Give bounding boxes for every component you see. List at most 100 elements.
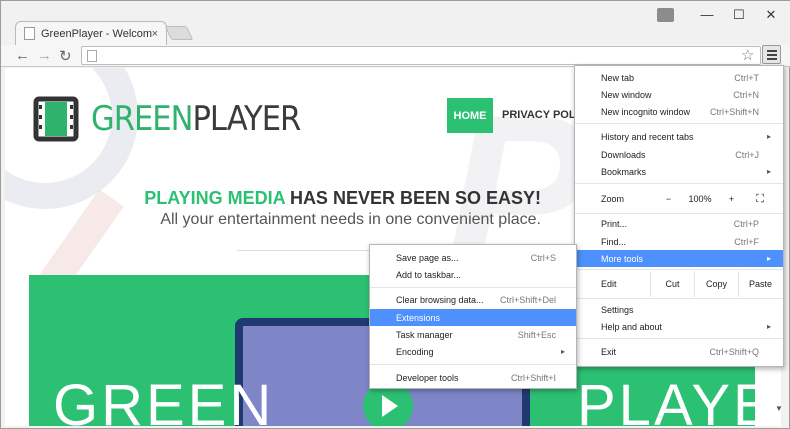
title-bar: GreenPlayer - Welcome! × — ☐ ✕	[1, 1, 790, 45]
menu-separator	[575, 183, 783, 184]
menu-shortcut: Ctrl+P	[733, 218, 759, 229]
menu-separator	[575, 298, 783, 299]
menu-item-new-tab[interactable]: New tab Ctrl+T	[575, 69, 783, 86]
copy-button[interactable]: Copy	[694, 271, 738, 297]
menu-item-label: Encoding	[396, 346, 434, 357]
zoom-label: Zoom	[601, 194, 625, 204]
menu-separator	[575, 123, 783, 124]
chrome-menu-button[interactable]	[762, 45, 781, 64]
menu-shortcut: Ctrl+Shift+N	[709, 106, 759, 117]
submenu-item-clear-browsing-data[interactable]: Clear browsing data... Ctrl+Shift+Del	[370, 291, 576, 308]
zoom-value: 100%	[688, 194, 712, 204]
menu-separator	[370, 287, 576, 288]
menu-item-new-window[interactable]: New window Ctrl+N	[575, 86, 783, 103]
close-window-button[interactable]: ✕	[755, 7, 787, 23]
nav-home-link[interactable]: HOME	[447, 98, 493, 133]
user-profile-icon[interactable]	[657, 8, 674, 22]
page-headline: PLAYING MEDIA HAS NEVER BEEN SO EASY!	[5, 188, 541, 209]
menu-item-label: Task manager	[396, 329, 453, 340]
menu-item-exit[interactable]: Exit Ctrl+Shift+Q	[575, 343, 783, 360]
film-strip-icon	[33, 96, 79, 142]
submenu-arrow-icon: ▸	[766, 132, 771, 141]
submenu-item-add-to-taskbar[interactable]: Add to taskbar...	[370, 266, 576, 283]
zoom-in-button[interactable]: +	[718, 194, 745, 204]
menu-item-label: Save page as...	[396, 252, 459, 263]
maximize-button[interactable]: ☐	[723, 7, 755, 23]
submenu-item-encoding[interactable]: Encoding ▸	[370, 343, 576, 360]
bookmark-star-icon[interactable]: ☆	[741, 46, 754, 64]
page-subline: All your entertainment needs in one conv…	[160, 211, 541, 228]
menu-edit-row: Edit Cut Copy Paste	[575, 271, 783, 297]
menu-item-label: Print...	[601, 218, 628, 229]
address-bar[interactable]	[81, 46, 761, 65]
menu-separator	[575, 213, 783, 214]
menu-item-label: New incognito window	[601, 106, 691, 117]
menu-item-find[interactable]: Find... Ctrl+F	[575, 233, 783, 250]
logo-text-dark: PLAYER	[192, 99, 301, 139]
more-tools-submenu: Save page as... Ctrl+S Add to taskbar... …	[369, 244, 577, 389]
fullscreen-icon[interactable]: ⛶	[745, 193, 775, 206]
menu-item-label: Settings	[601, 304, 634, 315]
edit-label: Edit	[601, 279, 617, 289]
menu-item-help-about[interactable]: Help and about ▸	[575, 318, 783, 335]
forward-button[interactable]: →	[37, 47, 52, 64]
menu-separator	[575, 269, 783, 270]
minimize-button[interactable]: —	[691, 7, 723, 23]
cut-button[interactable]: Cut	[650, 271, 694, 297]
menu-item-more-tools[interactable]: More tools ▸	[575, 250, 783, 267]
menu-item-label: Exit	[601, 346, 617, 357]
menu-shortcut: Ctrl+S	[530, 252, 556, 263]
menu-item-downloads[interactable]: Downloads Ctrl+J	[575, 146, 783, 163]
menu-item-settings[interactable]: Settings	[575, 301, 783, 318]
submenu-item-task-manager[interactable]: Task manager Shift+Esc	[370, 326, 576, 343]
menu-item-new-incognito-window[interactable]: New incognito window Ctrl+Shift+N	[575, 103, 783, 120]
menu-shortcut: Ctrl+J	[735, 149, 759, 160]
reload-button[interactable]: ↻	[59, 47, 72, 65]
tab-title: GreenPlayer - Welcome!	[41, 27, 152, 40]
browser-toolbar: ← → ↻ ☆	[1, 45, 790, 67]
menu-item-label: Find...	[601, 236, 627, 247]
menu-shortcut: Ctrl+F	[734, 236, 759, 247]
submenu-item-save-page[interactable]: Save page as... Ctrl+S	[370, 249, 576, 266]
new-tab-button[interactable]	[164, 26, 194, 40]
headline-highlight: PLAYING MEDIA	[144, 188, 285, 208]
browser-tab[interactable]: GreenPlayer - Welcome! ×	[15, 21, 167, 45]
menu-item-label: Extensions	[396, 312, 441, 323]
page-icon	[87, 50, 97, 62]
menu-item-print[interactable]: Print... Ctrl+P	[575, 215, 783, 232]
page-favicon-icon	[24, 27, 35, 40]
chrome-menu: New tab Ctrl+T New window Ctrl+N New incog…	[574, 65, 784, 367]
menu-item-label: Downloads	[601, 149, 646, 160]
hero-text-right: PLAYER	[577, 373, 755, 426]
menu-item-bookmarks[interactable]: Bookmarks ▸	[575, 163, 783, 180]
menu-item-history[interactable]: History and recent tabs ▸	[575, 128, 783, 145]
tab-close-icon[interactable]: ×	[152, 28, 158, 40]
menu-item-label: New tab	[601, 72, 635, 83]
menu-item-label: Add to taskbar...	[396, 269, 462, 280]
menu-item-label: Clear browsing data...	[396, 294, 484, 305]
menu-item-label: More tools	[601, 253, 644, 264]
menu-shortcut: Ctrl+T	[734, 72, 759, 83]
menu-shortcut: Ctrl+N	[733, 89, 759, 100]
submenu-arrow-icon: ▸	[560, 347, 565, 356]
menu-item-label: New window	[601, 89, 652, 100]
headline-rest: HAS NEVER BEEN SO EASY!	[284, 188, 541, 208]
menu-item-label: Developer tools	[396, 372, 459, 383]
submenu-arrow-icon: ▸	[766, 167, 771, 176]
greenplayer-logo[interactable]: GREENPLAYER	[33, 96, 301, 142]
menu-item-label: Bookmarks	[601, 166, 647, 177]
submenu-item-extensions[interactable]: Extensions	[370, 309, 576, 326]
menu-shortcut: Ctrl+Shift+Del	[499, 294, 556, 305]
menu-item-label: Help and about	[601, 321, 663, 332]
paste-button[interactable]: Paste	[738, 271, 782, 297]
submenu-arrow-icon: ▸	[766, 322, 771, 331]
back-button[interactable]: ←	[15, 47, 30, 64]
hero-text-left: GREEN	[53, 373, 275, 426]
menu-shortcut: Ctrl+Shift+Q	[709, 346, 759, 357]
zoom-out-button[interactable]: −	[655, 194, 682, 204]
scroll-down-arrow-icon[interactable]: ▼	[775, 404, 783, 413]
submenu-arrow-icon: ▸	[766, 254, 771, 263]
browser-window: GreenPlayer - Welcome! × — ☐ ✕ ← → ↻ ☆ r…	[0, 0, 790, 429]
submenu-item-developer-tools[interactable]: Developer tools Ctrl+Shift+I	[370, 369, 576, 386]
menu-zoom-row: Zoom − 100% + ⛶	[575, 186, 783, 212]
